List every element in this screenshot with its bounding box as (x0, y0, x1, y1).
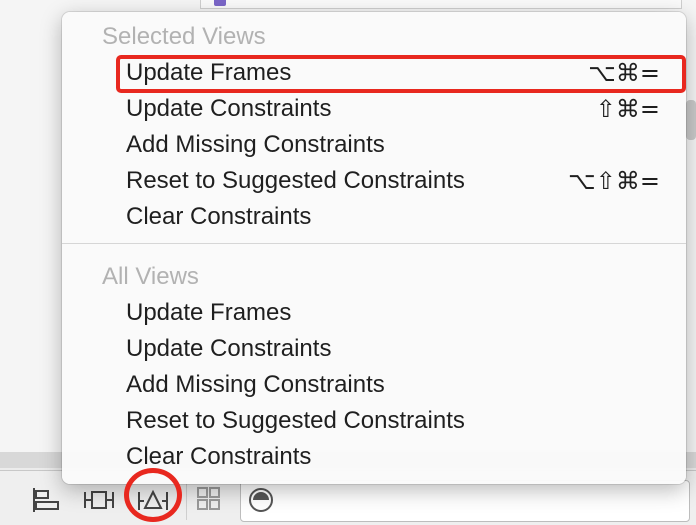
size-class-button[interactable] (194, 484, 228, 516)
menu-item-label: Update Constraints (126, 95, 332, 122)
pin-icon (84, 491, 114, 509)
align-button[interactable] (30, 484, 64, 516)
menu-separator (62, 243, 686, 244)
menu-item-label: Clear Constraints (126, 203, 312, 230)
menu-item-add-missing-constraints-all[interactable]: Add Missing Constraints (62, 367, 686, 403)
menu-item-clear-constraints-selected[interactable]: Clear Constraints (62, 199, 686, 235)
filter-icon (249, 488, 273, 512)
menu-item-label: Reset to Suggested Constraints (126, 407, 465, 434)
view-controller-icon (214, 0, 226, 6)
menu-item-reset-suggested-constraints-selected[interactable]: Reset to Suggested Constraints ⌥⇧⌘= (62, 163, 686, 199)
vertical-scrollbar[interactable] (686, 100, 696, 140)
toolbar-divider (186, 480, 187, 520)
filter-field[interactable] (240, 480, 690, 522)
annotation-highlight-circle (124, 468, 182, 522)
menu-item-add-missing-constraints-selected[interactable]: Add Missing Constraints (62, 127, 686, 163)
section-header-selected-views: Selected Views (102, 23, 266, 50)
filter-button[interactable] (248, 487, 274, 513)
menu-item-shortcut: ⇧⌘= (595, 95, 660, 123)
section-header-all-views: All Views (102, 263, 199, 290)
size-class-icon (197, 487, 220, 510)
align-icon (33, 488, 59, 512)
menu-item-label: Update Frames (126, 299, 292, 326)
background-view (200, 0, 682, 9)
menu-item-label: Reset to Suggested Constraints (126, 167, 465, 194)
menu-item-update-constraints-all[interactable]: Update Constraints (62, 331, 686, 367)
menu-item-shortcut: ⌥⇧⌘= (568, 167, 660, 195)
pin-button[interactable] (82, 484, 116, 516)
menu-item-label: Add Missing Constraints (126, 131, 385, 158)
menu-item-update-constraints-selected[interactable]: Update Constraints ⇧⌘= (62, 91, 686, 127)
menu-item-label: Add Missing Constraints (126, 371, 385, 398)
menu-item-reset-suggested-constraints-all[interactable]: Reset to Suggested Constraints (62, 403, 686, 439)
menu-item-update-frames-all[interactable]: Update Frames (62, 295, 686, 331)
annotation-highlight-box (116, 55, 686, 93)
menu-item-label: Update Constraints (126, 335, 332, 362)
